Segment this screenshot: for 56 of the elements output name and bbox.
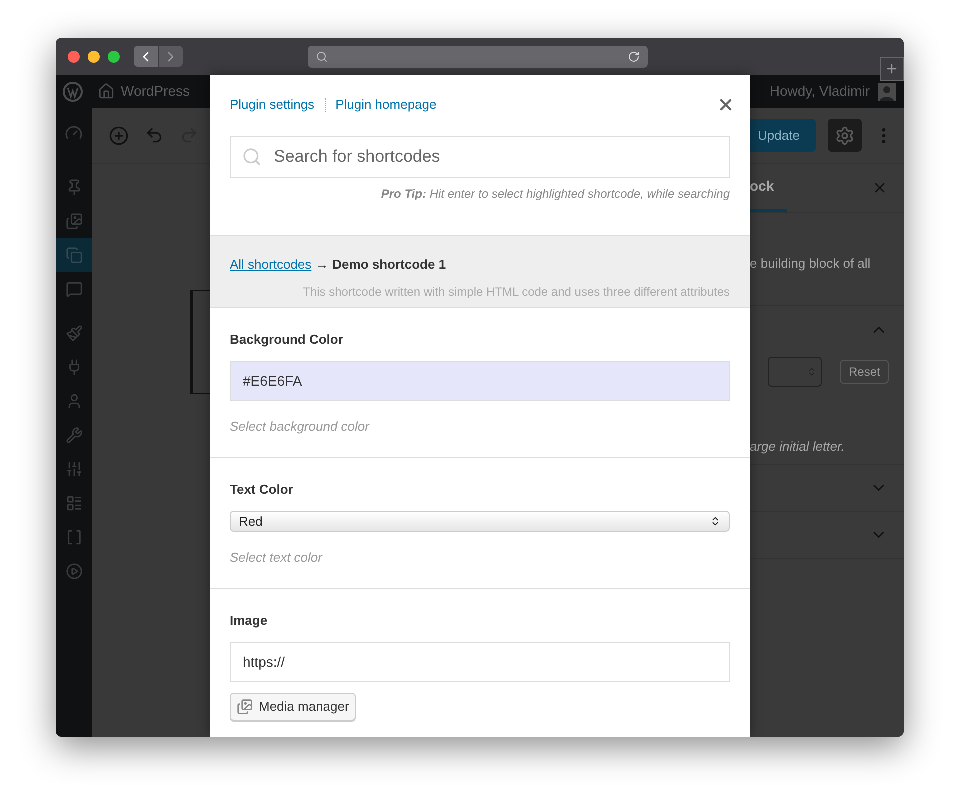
select-field[interactable]: Red <box>230 511 730 532</box>
undo-icon[interactable] <box>145 126 164 145</box>
plugin-link[interactable]: Plugin homepage <box>336 95 437 114</box>
field-hint: Select background color <box>230 418 371 436</box>
pages-icon <box>66 246 82 264</box>
minimize-window-icon[interactable] <box>88 50 100 62</box>
search-icon <box>242 146 262 166</box>
settings-icon <box>835 126 855 146</box>
play-icon <box>66 562 82 580</box>
shortcode-title: Demo shortcode 1 <box>332 256 446 274</box>
color-field[interactable]: #E6E6FA <box>230 361 730 401</box>
field-hint: Select text color <box>230 549 324 567</box>
all-shortcodes-link[interactable]: All shortcodes <box>230 254 312 274</box>
home-icon <box>98 83 115 100</box>
number-field[interactable] <box>768 357 822 387</box>
add-block-icon[interactable] <box>109 126 129 146</box>
paintbrush-icon <box>66 324 82 342</box>
new-tab-button[interactable] <box>880 56 904 80</box>
field-label: Text Color <box>230 480 294 498</box>
media-icon <box>66 212 82 230</box>
breadcrumb-arrow: → <box>316 256 329 274</box>
wordpress-logo-icon[interactable] <box>63 82 83 102</box>
media-icon <box>237 699 253 715</box>
layout-icon <box>66 494 82 512</box>
sliders-icon <box>66 460 82 478</box>
select-arrows-icon <box>710 516 721 527</box>
greeting-link[interactable]: Howdy, Vladimir <box>770 81 870 102</box>
reload-icon[interactable] <box>628 50 640 62</box>
plus-icon <box>885 62 899 76</box>
search-icon <box>316 50 328 62</box>
dropcap-hint: arge initial letter. <box>750 438 846 456</box>
back-button[interactable] <box>134 46 158 67</box>
stepper-icon[interactable] <box>807 367 817 377</box>
update-button[interactable]: Update <box>750 119 816 152</box>
avatar-icon <box>878 82 896 100</box>
reset-button[interactable]: Reset <box>840 360 890 384</box>
brackets-icon <box>66 528 82 546</box>
wrench-icon <box>66 426 82 444</box>
plugin-link[interactable]: Plugin settings <box>230 95 315 114</box>
settings-button[interactable] <box>828 119 862 152</box>
media-manager-button[interactable]: Media manager <box>230 693 356 721</box>
comment-icon <box>66 280 82 298</box>
search-field[interactable]: Search for shortcodes <box>230 136 730 178</box>
close-window-icon[interactable] <box>68 50 80 62</box>
shortcode-description: This shortcode written with simple HTML code and uses three different attributes <box>302 284 730 301</box>
field-label: Background Color <box>230 330 344 349</box>
forward-button[interactable] <box>159 46 183 67</box>
dashboard-icon[interactable] <box>65 124 83 142</box>
maximize-window-icon[interactable] <box>108 50 120 62</box>
sidebar-item[interactable] <box>56 238 92 272</box>
block-description: e building block of all <box>750 255 872 273</box>
address-bar[interactable] <box>308 46 648 68</box>
site-name-link[interactable]: WordPress <box>121 81 190 102</box>
url-field[interactable]: https:// <box>230 642 730 682</box>
pro-tip: Pro Tip: Hit enter to select highlighted shortcode, while searching <box>380 186 730 202</box>
field-label: Image <box>230 612 269 630</box>
